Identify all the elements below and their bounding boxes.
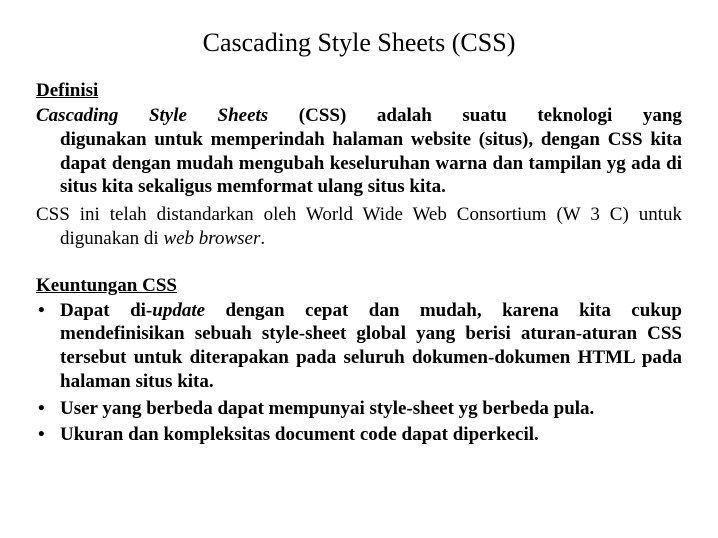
definisi-paragraph-2: CSS ini telah distandarkan oleh World Wi… — [36, 203, 682, 251]
token-teknologi: teknologi — [561, 104, 612, 128]
token-adalah: adalah — [401, 104, 432, 128]
definisi-p2-a: CSS ini telah distandarkan oleh World Wi… — [36, 204, 682, 249]
definisi-p2-c: . — [260, 228, 265, 249]
bullet3: Ukuran dan kompleksitas document code da… — [60, 424, 539, 445]
token-style: Style — [173, 104, 187, 128]
section-definisi-heading: Definisi — [36, 80, 682, 102]
definisi-line1: Cascading Style Sheets (CSS) adalah suat… — [60, 104, 682, 128]
token-suatu: suatu — [486, 104, 506, 128]
bullet1-a: Dapat di- — [60, 300, 152, 321]
advantages-list: Dapat di-update dengan cepat dan mudah, … — [36, 299, 682, 448]
section-spacer — [36, 255, 682, 275]
token-yang: yang — [667, 104, 682, 128]
definisi-rest: digunakan untuk memperindah halaman webs… — [60, 129, 682, 198]
document-page: Cascading Style Sheets (CSS) Definisi Ca… — [0, 0, 718, 470]
definisi-p2-b: web browser — [163, 228, 260, 249]
bullet2: User yang berbeda dapat mempunyai style-… — [60, 398, 594, 419]
page-title: Cascading Style Sheets (CSS) — [36, 28, 682, 58]
token-cascading: Cascading — [60, 104, 118, 128]
token-sheets: Sheets — [242, 104, 269, 128]
token-css: (CSS) — [323, 104, 347, 128]
list-item: Dapat di-update dengan cepat dan mudah, … — [36, 299, 682, 394]
definisi-paragraph-1: Cascading Style Sheets (CSS) adalah suat… — [36, 104, 682, 199]
bullet1-b: update — [152, 300, 205, 321]
list-item: Ukuran dan kompleksitas document code da… — [36, 423, 682, 447]
section-keuntungan-heading: Keuntungan CSS — [36, 275, 682, 297]
list-item: User yang berbeda dapat mempunyai style-… — [36, 397, 682, 421]
